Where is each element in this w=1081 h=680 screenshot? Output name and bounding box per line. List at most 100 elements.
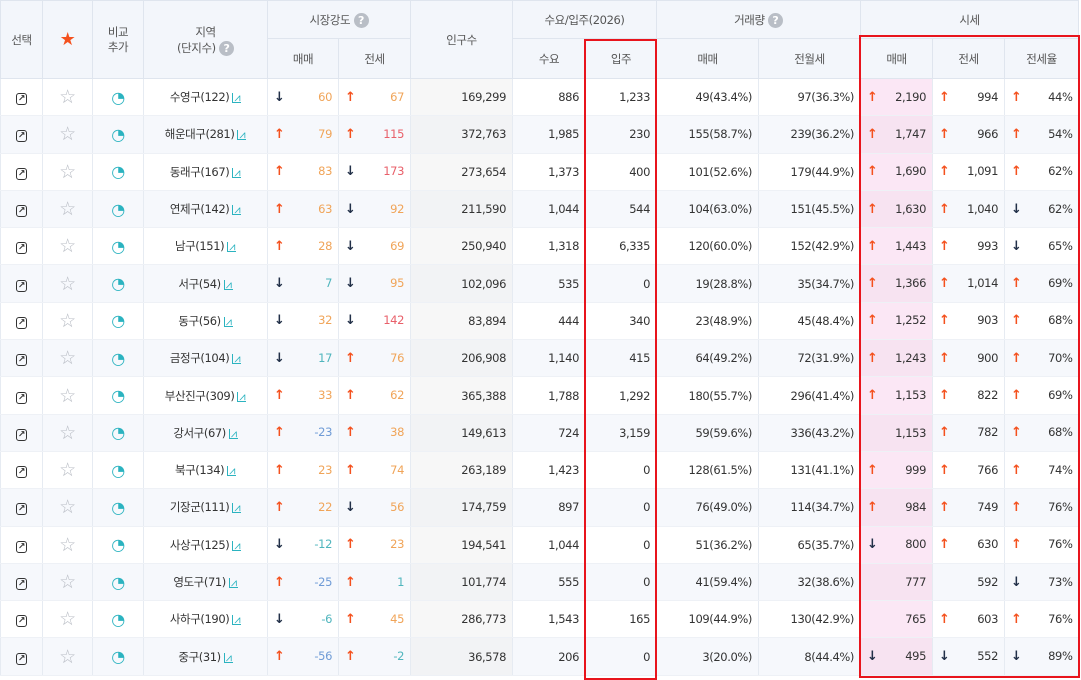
favorite-cell[interactable]: ☆ <box>42 227 93 266</box>
region-name[interactable]: 강서구(67) <box>173 426 226 440</box>
compare-add-icon[interactable]: ◔ <box>111 610 125 629</box>
trend-chart-icon[interactable]: ⩘ <box>228 428 238 439</box>
trend-chart-icon[interactable]: ⩘ <box>223 279 233 290</box>
region-name[interactable]: 북구(134) <box>175 463 225 477</box>
header-price-ratio[interactable]: 전세율 <box>1004 38 1080 79</box>
select-cell[interactable]: ↗ <box>0 488 43 527</box>
compare-add-icon[interactable]: ◔ <box>111 498 125 517</box>
star-outline-icon[interactable]: ☆ <box>59 161 76 183</box>
compare-add-icon[interactable]: ◔ <box>111 535 125 554</box>
header-price-jeonse[interactable]: 전세 <box>932 38 1006 79</box>
open-external-icon[interactable]: ↗ <box>15 279 28 292</box>
header-move-in[interactable]: 입주 <box>584 38 658 79</box>
region-name[interactable]: 남구(151) <box>175 239 225 253</box>
favorite-cell[interactable]: ☆ <box>42 451 93 490</box>
select-cell[interactable]: ↗ <box>0 637 43 676</box>
header-trade-rent[interactable]: 전월세 <box>758 38 862 79</box>
select-cell[interactable]: ↗ <box>0 302 43 341</box>
trend-chart-icon[interactable]: ⩘ <box>227 241 237 253</box>
open-external-icon[interactable]: ↗ <box>15 540 28 553</box>
compare-cell[interactable]: ◔ <box>92 526 144 564</box>
favorite-cell[interactable]: ☆ <box>42 376 93 415</box>
compare-add-icon[interactable]: ◔ <box>111 274 125 293</box>
favorite-cell[interactable]: ☆ <box>42 115 93 154</box>
compare-cell[interactable]: ◔ <box>92 488 144 527</box>
region-cell[interactable]: 금정구(104) ⩘ <box>143 339 268 378</box>
region-cell[interactable]: 중구(31) ⩘ <box>143 637 268 676</box>
compare-cell[interactable]: ◔ <box>92 376 144 415</box>
trend-chart-icon[interactable]: ⩘ <box>232 204 242 216</box>
header-price-sale[interactable]: 매매 <box>860 38 934 79</box>
trend-chart-icon[interactable]: ⩘ <box>232 353 242 365</box>
trend-chart-icon[interactable]: ⩘ <box>237 391 247 402</box>
open-external-icon[interactable]: ↗ <box>15 242 28 255</box>
favorite-cell[interactable]: ☆ <box>42 78 93 117</box>
star-outline-icon[interactable]: ☆ <box>59 571 76 593</box>
trend-chart-icon[interactable]: ⩘ <box>237 129 247 141</box>
favorite-cell[interactable]: ☆ <box>42 302 93 341</box>
star-outline-icon[interactable]: ☆ <box>59 123 76 145</box>
region-cell[interactable]: 기장군(111) ⩘ <box>143 488 268 527</box>
favorite-cell[interactable]: ☆ <box>42 153 93 191</box>
favorite-cell[interactable]: ☆ <box>42 488 93 527</box>
compare-cell[interactable]: ◔ <box>92 190 144 229</box>
open-external-icon[interactable]: ↗ <box>15 615 28 628</box>
trend-chart-icon[interactable]: ⩘ <box>232 614 242 626</box>
help-icon[interactable]: ? <box>218 40 234 56</box>
star-outline-icon[interactable]: ☆ <box>59 646 76 668</box>
region-name[interactable]: 금정구(104) <box>170 351 230 365</box>
open-external-icon[interactable]: ↗ <box>15 130 28 143</box>
compare-cell[interactable]: ◔ <box>92 563 144 602</box>
open-external-icon[interactable]: ↗ <box>15 391 28 404</box>
open-external-icon[interactable]: ↗ <box>15 578 28 590</box>
star-outline-icon[interactable]: ☆ <box>59 235 76 257</box>
region-cell[interactable]: 연제구(142) ⩘ <box>143 190 268 229</box>
compare-add-icon[interactable]: ◔ <box>111 423 125 442</box>
select-cell[interactable]: ↗ <box>0 563 43 602</box>
help-icon[interactable]: ? <box>767 12 783 28</box>
star-outline-icon[interactable]: ☆ <box>59 608 76 630</box>
select-cell[interactable]: ↗ <box>0 339 43 378</box>
region-name[interactable]: 연제구(142) <box>170 202 230 216</box>
region-name[interactable]: 사상구(125) <box>170 538 230 552</box>
open-external-icon[interactable]: ↗ <box>15 652 28 665</box>
trend-chart-icon[interactable]: ⩘ <box>232 92 242 104</box>
header-population[interactable]: 인구수 <box>410 0 513 79</box>
region-cell[interactable]: 영도구(71) ⩘ <box>143 563 268 602</box>
compare-add-icon[interactable]: ◔ <box>111 349 125 368</box>
favorite-cell[interactable]: ☆ <box>42 264 93 303</box>
header-favorite[interactable]: ★ <box>42 0 93 79</box>
open-external-icon[interactable]: ↗ <box>15 316 28 329</box>
star-outline-icon[interactable]: ☆ <box>59 496 76 518</box>
select-cell[interactable]: ↗ <box>0 78 43 117</box>
compare-cell[interactable]: ◔ <box>92 414 144 452</box>
region-name[interactable]: 영도구(71) <box>173 575 226 589</box>
region-cell[interactable]: 서구(54) ⩘ <box>143 264 268 303</box>
open-external-icon[interactable]: ↗ <box>15 167 28 180</box>
region-name[interactable]: 기장군(111) <box>170 500 230 514</box>
favorite-cell[interactable]: ☆ <box>42 637 93 676</box>
trend-chart-icon[interactable]: ⩘ <box>232 502 242 514</box>
region-name[interactable]: 동래구(167) <box>170 165 230 179</box>
select-cell[interactable]: ↗ <box>0 526 43 564</box>
compare-add-icon[interactable]: ◔ <box>111 647 125 666</box>
compare-cell[interactable]: ◔ <box>92 302 144 341</box>
compare-cell[interactable]: ◔ <box>92 600 144 639</box>
open-external-icon[interactable]: ↗ <box>15 354 28 367</box>
region-cell[interactable]: 수영구(122) ⩘ <box>143 78 268 117</box>
region-name[interactable]: 동구(56) <box>178 314 221 328</box>
favorite-cell[interactable]: ☆ <box>42 526 93 564</box>
select-cell[interactable]: ↗ <box>0 414 43 452</box>
compare-add-icon[interactable]: ◔ <box>111 311 125 330</box>
trend-chart-icon[interactable]: ⩘ <box>228 577 238 588</box>
select-cell[interactable]: ↗ <box>0 376 43 415</box>
header-market-jeonse[interactable]: 전세 <box>338 38 411 79</box>
region-name[interactable]: 사하구(190) <box>170 612 230 626</box>
select-cell[interactable]: ↗ <box>0 153 43 191</box>
open-external-icon[interactable]: ↗ <box>15 428 28 441</box>
compare-cell[interactable]: ◔ <box>92 264 144 303</box>
header-market-sale[interactable]: 매매 <box>267 38 339 79</box>
star-outline-icon[interactable]: ☆ <box>59 347 76 369</box>
compare-add-icon[interactable]: ◔ <box>111 461 125 480</box>
compare-cell[interactable]: ◔ <box>92 339 144 378</box>
